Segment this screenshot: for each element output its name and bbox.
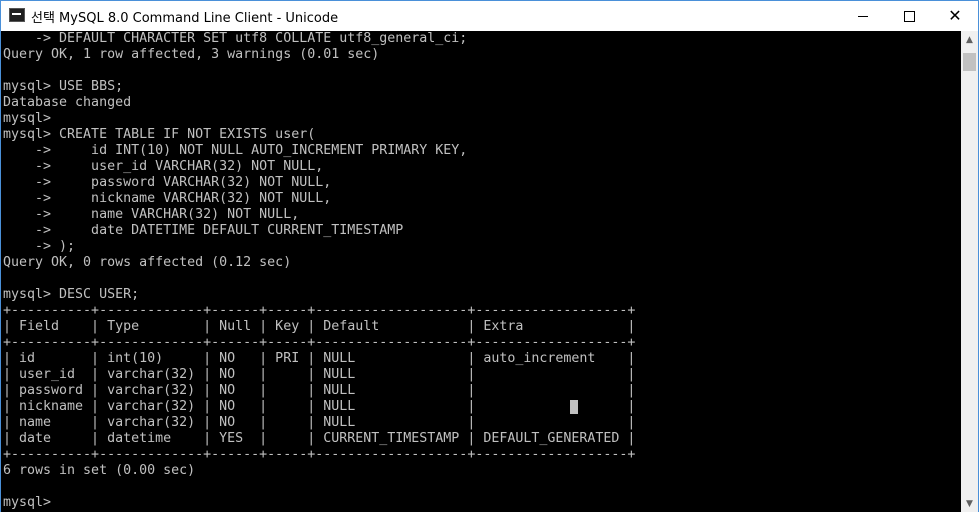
- title-bar[interactable]: 선택 MySQL 8.0 Command Line Client - Unico…: [1, 1, 978, 31]
- console-line: | date | datetime | YES | | CURRENT_TIME…: [3, 431, 636, 446]
- maximize-icon: [903, 10, 915, 22]
- console-line: -> user_id VARCHAR(32) NOT NULL,: [3, 159, 324, 174]
- chevron-down-icon: ▼: [966, 498, 973, 509]
- console-line: -> password VARCHAR(32) NOT NULL,: [3, 175, 332, 190]
- console-line: -> date DATETIME DEFAULT CURRENT_TIMESTA…: [3, 223, 404, 238]
- console-line: mysql> CREATE TABLE IF NOT EXISTS user(: [3, 127, 316, 142]
- console-line: Database changed: [3, 95, 132, 110]
- console-line: | password | varchar(32) | NO | | NULL |…: [3, 383, 636, 398]
- console-line: | nickname | varchar(32) | NO | | NULL |…: [3, 399, 636, 414]
- maximize-button[interactable]: [886, 1, 932, 31]
- chevron-up-icon: ▲: [966, 34, 973, 45]
- console-window: 선택 MySQL 8.0 Command Line Client - Unico…: [0, 0, 979, 512]
- console-line: mysql> DESC USER;: [3, 287, 140, 302]
- console-line: +----------+-------------+------+-----+-…: [3, 335, 636, 350]
- minimize-button[interactable]: [840, 1, 886, 31]
- console-line: mysql> USE BBS;: [3, 79, 124, 94]
- console-app-icon[interactable]: [9, 8, 25, 22]
- scroll-down-button[interactable]: ▼: [961, 495, 978, 512]
- scroll-up-button[interactable]: ▲: [961, 31, 978, 48]
- console-line: | name | varchar(32) | NO | | NULL | |: [3, 415, 636, 430]
- minimize-icon: [858, 15, 868, 17]
- scrollbar-thumb[interactable]: [963, 53, 976, 71]
- console-line: -> name VARCHAR(32) NOT NULL,: [3, 207, 300, 222]
- console-line: -> id INT(10) NOT NULL AUTO_INCREMENT PR…: [3, 143, 468, 158]
- console-line: | user_id | varchar(32) | NO | | NULL | …: [3, 367, 636, 382]
- console-output[interactable]: -> DEFAULT CHARACTER SET utf8 COLLATE ut…: [1, 31, 961, 512]
- console-line: Query OK, 0 rows affected (0.12 sec): [3, 255, 292, 270]
- console-line: -> DEFAULT CHARACTER SET utf8 COLLATE ut…: [3, 31, 468, 46]
- close-icon: ✕: [948, 6, 962, 25]
- console-line: | id | int(10) | NO | PRI | NULL | auto_…: [3, 351, 636, 366]
- console-line: +----------+-------------+------+-----+-…: [3, 447, 636, 462]
- console-line: | Field | Type | Null | Key | Default | …: [3, 319, 636, 334]
- window-title: 선택 MySQL 8.0 Command Line Client - Unico…: [31, 11, 339, 26]
- console-line: -> );: [3, 239, 76, 254]
- console-line: Query OK, 1 row affected, 3 warnings (0.…: [3, 47, 380, 62]
- text-cursor: [570, 400, 578, 414]
- console-line: 6 rows in set (0.00 sec): [3, 463, 196, 478]
- console-line: -> nickname VARCHAR(32) NOT NULL,: [3, 191, 332, 206]
- vertical-scrollbar[interactable]: ▲ ▼: [961, 31, 978, 512]
- console-line: mysql>: [3, 495, 52, 510]
- console-line: +----------+-------------+------+-----+-…: [3, 303, 636, 318]
- console-line: mysql>: [3, 111, 52, 126]
- close-button[interactable]: ✕: [932, 1, 978, 31]
- console-text: -> DEFAULT CHARACTER SET utf8 COLLATE ut…: [1, 31, 961, 511]
